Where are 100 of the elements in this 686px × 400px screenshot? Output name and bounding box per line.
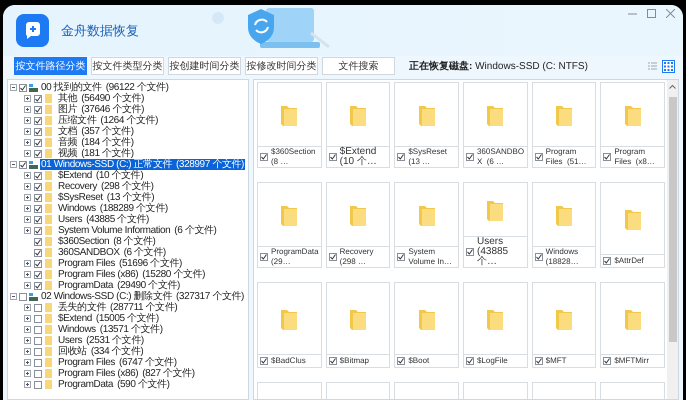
folder-tile[interactable]: $Boot xyxy=(394,282,459,368)
checkbox[interactable] xyxy=(34,194,42,202)
checkbox[interactable] xyxy=(328,253,337,261)
checkbox[interactable] xyxy=(34,358,42,366)
expand-toggle-icon[interactable] xyxy=(24,304,31,311)
checkbox[interactable] xyxy=(34,216,42,224)
expand-toggle-icon[interactable] xyxy=(24,370,31,377)
checkbox[interactable] xyxy=(34,304,42,312)
folder-tile[interactable]: $AttrDef xyxy=(600,182,665,268)
tree-item-label[interactable]: 丢失的文件 xyxy=(57,302,110,313)
checkbox[interactable] xyxy=(34,106,42,114)
expand-toggle-icon[interactable] xyxy=(24,348,31,355)
checkbox[interactable] xyxy=(34,182,42,190)
tree-item-label[interactable]: Windows xyxy=(57,203,100,214)
expand-toggle-icon[interactable] xyxy=(24,282,31,289)
tree-item-label[interactable]: 图片 xyxy=(57,104,82,115)
checkbox[interactable] xyxy=(19,160,27,168)
tree-item-label[interactable]: Program Files xyxy=(57,357,120,368)
expand-toggle-icon[interactable] xyxy=(24,260,31,267)
checkbox[interactable] xyxy=(34,370,42,378)
collapse-toggle-icon[interactable] xyxy=(10,84,17,91)
tree-item-label[interactable]: 00 找到的文件 xyxy=(40,82,106,93)
checkbox[interactable] xyxy=(534,357,543,365)
expand-toggle-icon[interactable] xyxy=(24,271,31,278)
tree-item-label[interactable]: Windows xyxy=(57,324,100,335)
checkbox[interactable] xyxy=(34,348,42,356)
checkbox[interactable] xyxy=(34,282,42,290)
collapse-toggle-icon[interactable] xyxy=(10,293,17,300)
tree-item-label[interactable]: System Volume Information xyxy=(57,225,174,236)
folder-tile[interactable]: $MFT xyxy=(532,282,596,368)
tree-item-label[interactable]: 视频 xyxy=(57,148,82,159)
checkbox[interactable] xyxy=(34,326,42,334)
checkbox[interactable] xyxy=(34,150,42,158)
expand-toggle-icon[interactable] xyxy=(24,205,31,212)
folder-tile[interactable]: Windows (18828… xyxy=(532,182,596,268)
checkbox[interactable] xyxy=(34,116,42,124)
tree-item-label[interactable]: Recovery xyxy=(57,181,102,192)
scrollbar[interactable] xyxy=(667,80,678,399)
tree-item-label[interactable]: ProgramData xyxy=(57,280,118,291)
expand-toggle-icon[interactable] xyxy=(24,381,31,388)
collapse-toggle-icon[interactable] xyxy=(10,161,17,168)
checkbox[interactable] xyxy=(466,357,474,365)
tree-item-label[interactable]: 压缩文件 xyxy=(57,115,100,126)
checkbox[interactable] xyxy=(34,172,42,180)
folder-tile[interactable]: 360SANDBOX (6 … xyxy=(462,82,528,168)
checkbox[interactable] xyxy=(260,153,268,161)
checkbox[interactable] xyxy=(34,238,42,246)
folder-tile[interactable]: $Extend (10 个… xyxy=(326,82,390,168)
checkbox[interactable] xyxy=(603,357,612,365)
expand-toggle-icon[interactable] xyxy=(24,139,31,146)
scroll-up-icon[interactable] xyxy=(669,84,676,89)
category-tab[interactable]: 按修改时间分类 xyxy=(245,57,318,75)
tree-item-label[interactable]: 360SANDBOX xyxy=(57,247,124,258)
checkbox[interactable] xyxy=(34,260,42,268)
checkbox[interactable] xyxy=(34,204,42,212)
checkbox[interactable] xyxy=(34,128,42,136)
tree-item-label[interactable]: 其他 xyxy=(57,93,82,104)
tree-item-label[interactable]: Program Files (x86) xyxy=(57,368,142,379)
expand-toggle-icon[interactable] xyxy=(24,183,31,190)
checkbox[interactable] xyxy=(34,248,42,256)
checkbox[interactable] xyxy=(328,153,337,161)
checkbox[interactable] xyxy=(19,292,27,300)
tree-item-label[interactable]: $360Section xyxy=(57,236,114,247)
expand-toggle-icon[interactable] xyxy=(24,172,31,179)
tree-item-label[interactable]: Program Files xyxy=(57,258,120,269)
expand-toggle-icon[interactable] xyxy=(24,128,31,135)
tree-item-label[interactable]: Users xyxy=(57,335,86,346)
expand-toggle-icon[interactable] xyxy=(24,106,31,113)
checkbox[interactable] xyxy=(466,153,474,161)
tree-item-label[interactable]: $SysReset xyxy=(57,192,107,203)
tree-item-label[interactable]: 回收站 xyxy=(57,346,91,357)
tree-item-label[interactable]: 音频 xyxy=(57,137,82,148)
checkbox[interactable] xyxy=(397,253,406,261)
folder-tile[interactable]: $SysReset (13 … xyxy=(394,82,459,168)
checkbox[interactable] xyxy=(397,357,406,365)
tree-item-label[interactable]: 文档 xyxy=(57,126,82,137)
checkbox[interactable] xyxy=(260,253,268,261)
expand-toggle-icon[interactable] xyxy=(24,337,31,344)
checkbox[interactable] xyxy=(466,248,474,256)
folder-tile[interactable]: Program Files (x8… xyxy=(600,82,665,168)
expand-toggle-icon[interactable] xyxy=(24,359,31,366)
tree-item-label[interactable]: 02 Windows-SSD (C:) 删除文件 xyxy=(40,291,176,302)
checkbox[interactable] xyxy=(34,380,42,388)
expand-toggle-icon[interactable] xyxy=(24,117,31,124)
checkbox[interactable] xyxy=(260,357,268,365)
checkbox[interactable] xyxy=(328,357,337,365)
checkbox[interactable] xyxy=(19,84,27,92)
folder-tile[interactable]: System Volume In… xyxy=(394,182,459,268)
folder-tile[interactable]: $Bitmap xyxy=(326,282,390,368)
category-tab[interactable]: 按创建时间分类 xyxy=(168,57,241,75)
folder-tile[interactable]: $BadClus xyxy=(257,282,322,368)
checkbox[interactable] xyxy=(534,153,543,161)
checkbox[interactable] xyxy=(34,138,42,146)
grid-view-button[interactable] xyxy=(662,60,675,72)
checkbox[interactable] xyxy=(34,314,42,322)
expand-toggle-icon[interactable] xyxy=(24,95,31,102)
maximize-icon[interactable] xyxy=(647,9,656,18)
folder-tile[interactable]: $MFTMirr xyxy=(600,282,665,368)
expand-toggle-icon[interactable] xyxy=(24,150,31,157)
folder-tile[interactable]: $360Section (8 … xyxy=(257,82,322,168)
